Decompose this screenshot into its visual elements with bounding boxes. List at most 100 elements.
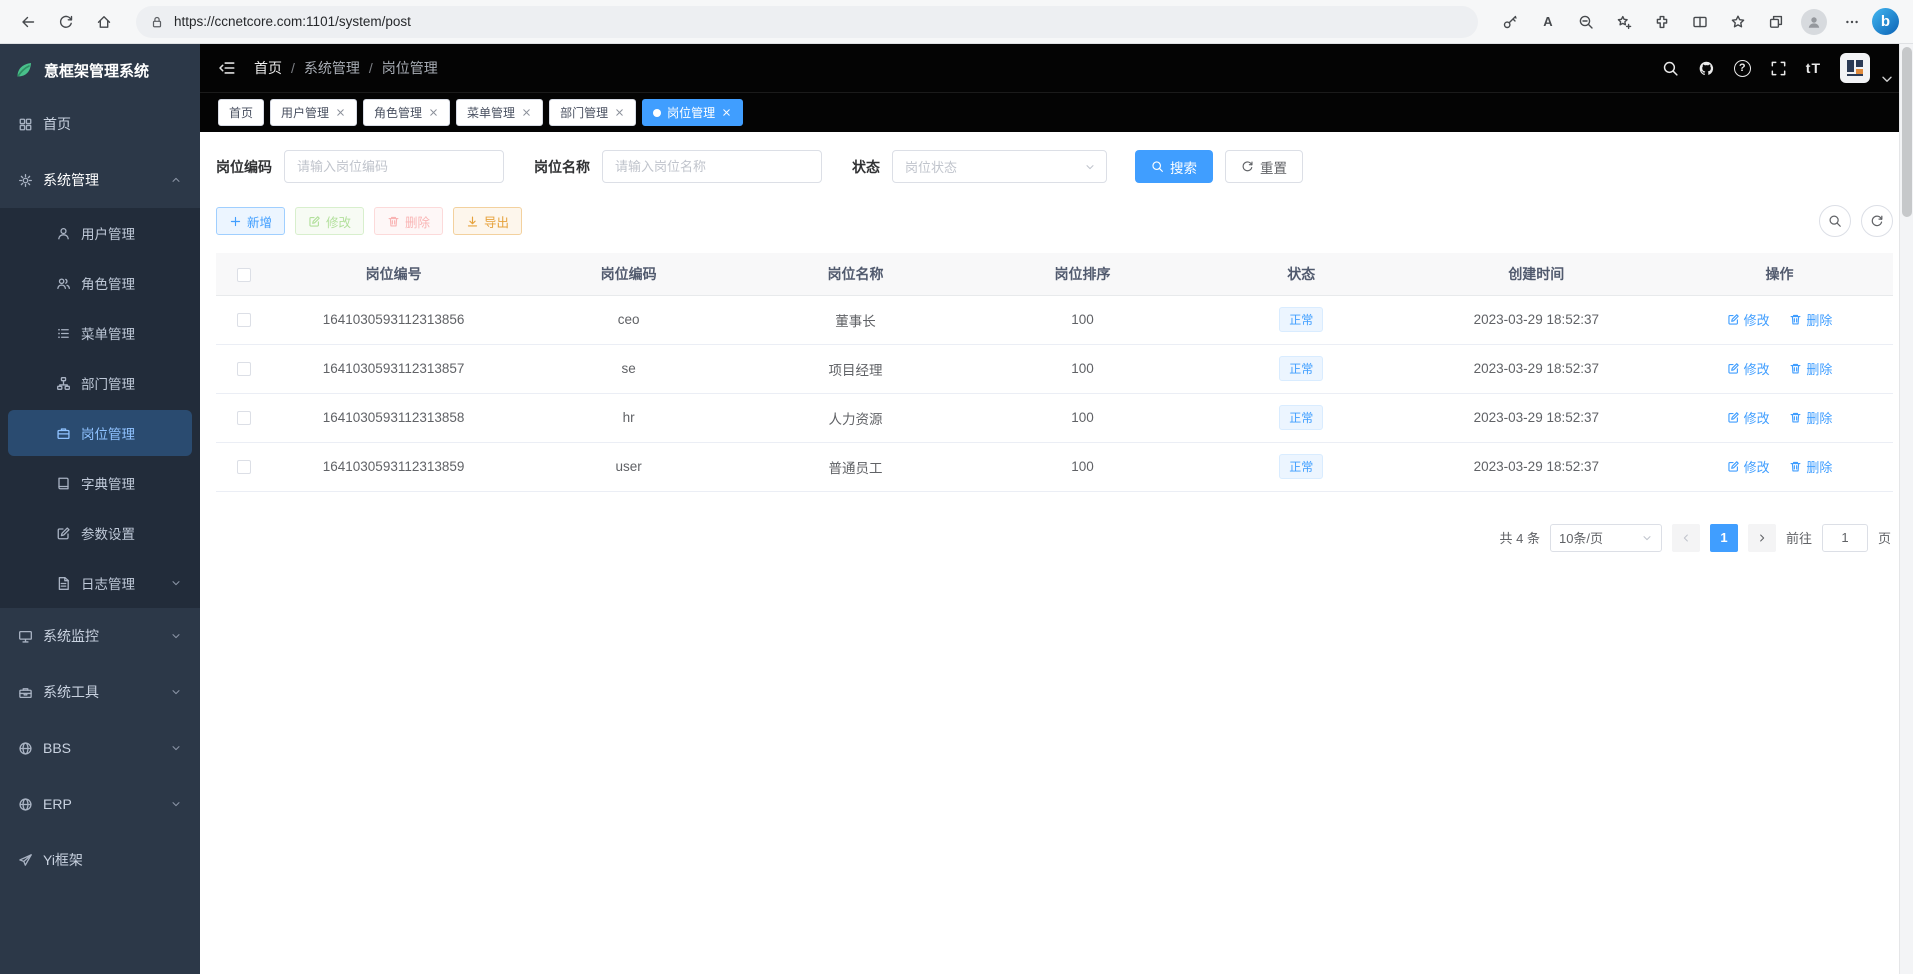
edit-button[interactable]: 修改 [295,207,364,235]
sidebar-item-label: 首页 [43,114,71,134]
post-name-input[interactable] [602,150,822,183]
cell-created: 2023-03-29 18:52:37 [1407,442,1666,491]
goto-page-suffix: 页 [1878,528,1891,547]
status-select[interactable]: 岗位状态 [892,150,1107,183]
sidebar-item-dict-mgmt[interactable]: 字典管理 [0,458,200,508]
fullscreen-icon [1770,60,1787,77]
header-search-button[interactable] [1662,60,1679,77]
close-icon[interactable] [614,107,625,118]
sidebar-item-bbs[interactable]: BBS [0,720,200,776]
scrollbar-thumb[interactable] [1902,47,1912,217]
next-page-button[interactable] [1748,524,1776,552]
sidebar-item-user-mgmt[interactable]: 用户管理 [0,208,200,258]
font-size-icon: tT [1806,60,1821,76]
dots-icon [1844,14,1860,30]
row-edit-link[interactable]: 修改 [1727,310,1770,329]
sidebar-collapse-button[interactable] [218,59,236,77]
close-icon[interactable] [335,107,346,118]
browser-profile-button[interactable] [1796,5,1832,39]
browser-menu-button[interactable] [1834,5,1870,39]
cell-created: 2023-03-29 18:52:37 [1407,344,1666,393]
row-delete-link[interactable]: 删除 [1789,310,1832,329]
prev-page-button[interactable] [1672,524,1700,552]
browser-home-button[interactable] [86,5,122,39]
sidebar-item-param-settings[interactable]: 参数设置 [0,508,200,558]
help-button[interactable]: ? [1734,60,1751,77]
sidebar-item-post-mgmt[interactable]: 岗位管理 [8,410,192,456]
app-title: 意框架管理系统 [44,60,149,81]
user-avatar[interactable] [1840,53,1870,83]
toggle-search-button[interactable] [1819,205,1851,237]
bing-icon: b [1881,13,1890,30]
tab-dept-mgmt[interactable]: 部门管理 [549,99,636,126]
sidebar-item-home[interactable]: 首页 [0,96,200,152]
sidebar-item-system-tools[interactable]: 系统工具 [0,664,200,720]
row-edit-link[interactable]: 修改 [1727,457,1770,476]
sidebar-item-yi-framework[interactable]: Yi框架 [0,832,200,888]
row-delete-link[interactable]: 删除 [1789,359,1832,378]
app-logo[interactable]: 意框架管理系统 [0,44,200,96]
tab-post-mgmt[interactable]: 岗位管理 [642,99,743,126]
plus-icon [229,215,242,228]
sidebar-item-dept-mgmt[interactable]: 部门管理 [0,358,200,408]
browser-refresh-button[interactable] [48,5,84,39]
row-edit-link[interactable]: 修改 [1727,359,1770,378]
close-icon[interactable] [521,107,532,118]
goto-page-input[interactable] [1822,524,1868,552]
sidebar-item-role-mgmt[interactable]: 角色管理 [0,258,200,308]
star-icon [1730,14,1746,30]
sidebar-item-log-mgmt[interactable]: 日志管理 [0,558,200,608]
page-1-button[interactable]: 1 [1710,524,1738,552]
favorites-button[interactable] [1720,5,1756,39]
close-icon[interactable] [428,107,439,118]
chevron-down-icon [1084,161,1096,173]
sidebar-item-system-monitor[interactable]: 系统监控 [0,608,200,664]
tab-bar: 首页 用户管理 角色管理 菜单管理 部门管理 岗位管理 [200,92,1913,132]
address-bar[interactable]: https://ccnetcore.com:1101/system/post [136,6,1478,38]
tab-label: 首页 [229,104,253,121]
reset-button[interactable]: 重置 [1225,150,1303,183]
page-scrollbar[interactable] [1899,44,1913,974]
close-icon[interactable] [721,107,732,118]
font-size-button[interactable]: tT [1806,60,1821,76]
refresh-table-button[interactable] [1861,205,1893,237]
browser-back-button[interactable] [10,5,46,39]
tab-user-mgmt[interactable]: 用户管理 [270,99,357,126]
row-checkbox[interactable] [237,313,251,327]
add-favorite-button[interactable] [1606,5,1642,39]
select-all-checkbox[interactable] [237,268,251,282]
breadcrumb-home[interactable]: 首页 [254,58,282,78]
goto-label: 前往 [1786,528,1812,547]
delete-button[interactable]: 删除 [374,207,443,235]
bing-copilot-button[interactable]: b [1872,8,1899,35]
page-size-select[interactable]: 10条/页 [1550,524,1662,552]
split-screen-button[interactable] [1682,5,1718,39]
read-aloud-button[interactable]: A [1530,5,1566,39]
tab-role-mgmt[interactable]: 角色管理 [363,99,450,126]
chevron-up-icon [170,174,182,186]
sidebar-item-system-mgmt[interactable]: 系统管理 [0,152,200,208]
zoom-button[interactable] [1568,5,1604,39]
collections-button[interactable] [1758,5,1794,39]
row-checkbox[interactable] [237,460,251,474]
sidebar-item-menu-mgmt[interactable]: 菜单管理 [0,308,200,358]
row-delete-link[interactable]: 删除 [1789,457,1832,476]
chevron-down-icon[interactable] [1879,71,1895,87]
search-button[interactable]: 搜索 [1135,150,1213,183]
row-checkbox[interactable] [237,411,251,425]
add-button[interactable]: 新增 [216,207,285,235]
tab-menu-mgmt[interactable]: 菜单管理 [456,99,543,126]
post-code-input[interactable] [284,150,504,183]
row-checkbox[interactable] [237,362,251,376]
password-key-button[interactable] [1492,5,1528,39]
breadcrumb: 首页 系统管理 岗位管理 [254,58,438,78]
row-delete-link[interactable]: 删除 [1789,408,1832,427]
sidebar-menu: 首页 系统管理 用户管理 角色管理 菜单管理 [0,96,200,974]
tab-home[interactable]: 首页 [218,99,264,126]
row-edit-link[interactable]: 修改 [1727,408,1770,427]
github-button[interactable] [1698,60,1715,77]
extensions-button[interactable] [1644,5,1680,39]
export-button[interactable]: 导出 [453,207,522,235]
fullscreen-button[interactable] [1770,60,1787,77]
sidebar-item-erp[interactable]: ERP [0,776,200,832]
